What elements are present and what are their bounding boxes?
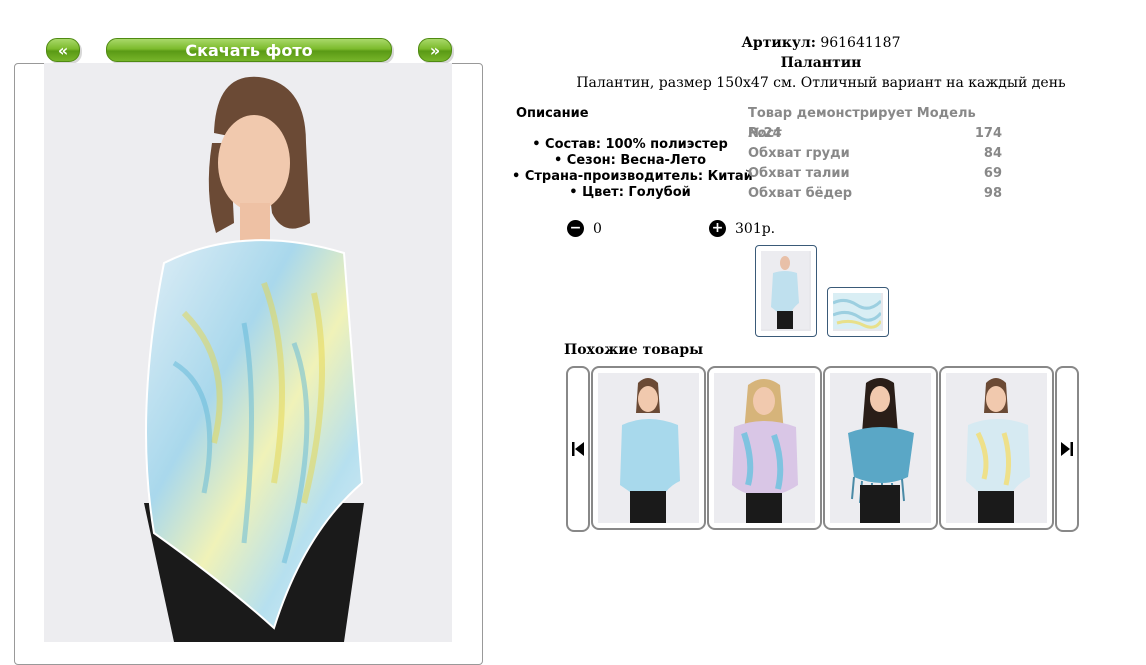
model-row-label: Рост [748, 126, 782, 141]
quantity-value: 0 [593, 220, 602, 237]
similar-products-title: Похожие товары [564, 342, 704, 358]
price-value: 301р. [735, 220, 776, 237]
similar-product-card[interactable] [707, 366, 822, 530]
minus-circle-icon[interactable]: − [567, 220, 584, 237]
description-list: • Состав: 100% полиэстер • Сезон: Весна-… [512, 137, 753, 201]
thumbnail-image [833, 293, 883, 331]
similar-prev-button[interactable] [566, 366, 590, 532]
description-item: • Цвет: Голубой [569, 185, 691, 200]
previous-photo-button[interactable]: « [46, 38, 80, 62]
model-row-label: Обхват груди [748, 146, 850, 161]
skip-back-icon [572, 442, 584, 456]
similar-product-card[interactable] [823, 366, 938, 530]
model-row-value: 84 [983, 146, 1002, 161]
plus-circle-icon[interactable]: + [709, 220, 726, 237]
photo-thumbnail-1[interactable] [755, 245, 817, 337]
description-item: • Состав: 100% полиэстер [532, 137, 728, 152]
next-photo-button[interactable]: » [418, 38, 452, 62]
model-title: Товар демонстрирует Модель №24 [748, 106, 976, 141]
similar-next-button[interactable] [1055, 366, 1079, 532]
product-short-description: Палантин, размер 150x47 см. Отличный вар… [576, 75, 1066, 91]
article-value: 961641187 [820, 35, 901, 51]
similar-product-image [830, 373, 931, 523]
download-photo-button[interactable]: Скачать фото [106, 38, 392, 62]
thumbnail-image [761, 251, 811, 331]
model-row-label: Обхват талии [748, 166, 850, 181]
price-control: + 301р. [709, 220, 775, 237]
model-info: Товар демонстрирует Модель №24 Рост 174 … [748, 104, 1002, 204]
similar-product-card[interactable] [591, 366, 706, 530]
model-scarf-illustration [44, 63, 452, 642]
article-line: Артикул: 961641187 [560, 35, 1082, 51]
model-row-value: 69 [983, 166, 1002, 181]
model-row-label: Обхват бёдер [748, 186, 853, 201]
model-row-value: 174 [974, 126, 1002, 141]
similar-product-image [598, 373, 699, 523]
description-item: • Страна-производитель: Китай [512, 169, 753, 184]
similar-product-card[interactable] [939, 366, 1054, 530]
product-name: Палантин [780, 55, 862, 71]
article-label: Артикул: [741, 35, 816, 51]
model-row: Рост 174 [748, 124, 1002, 144]
quantity-control: − 0 [567, 220, 602, 237]
photo-thumbnail-2[interactable] [827, 287, 889, 337]
model-row: Обхват груди 84 [748, 144, 1002, 164]
similar-product-image [714, 373, 815, 523]
similar-product-image [946, 373, 1047, 523]
description-item: • Сезон: Весна-Лето [553, 153, 707, 168]
skip-forward-icon [1061, 442, 1073, 456]
model-row: Обхват бёдер 98 [748, 184, 1002, 204]
description-title: Описание [516, 106, 589, 121]
model-row-value: 98 [983, 186, 1002, 201]
model-row: Обхват талии 69 [748, 164, 1002, 184]
main-product-photo[interactable] [44, 63, 452, 642]
